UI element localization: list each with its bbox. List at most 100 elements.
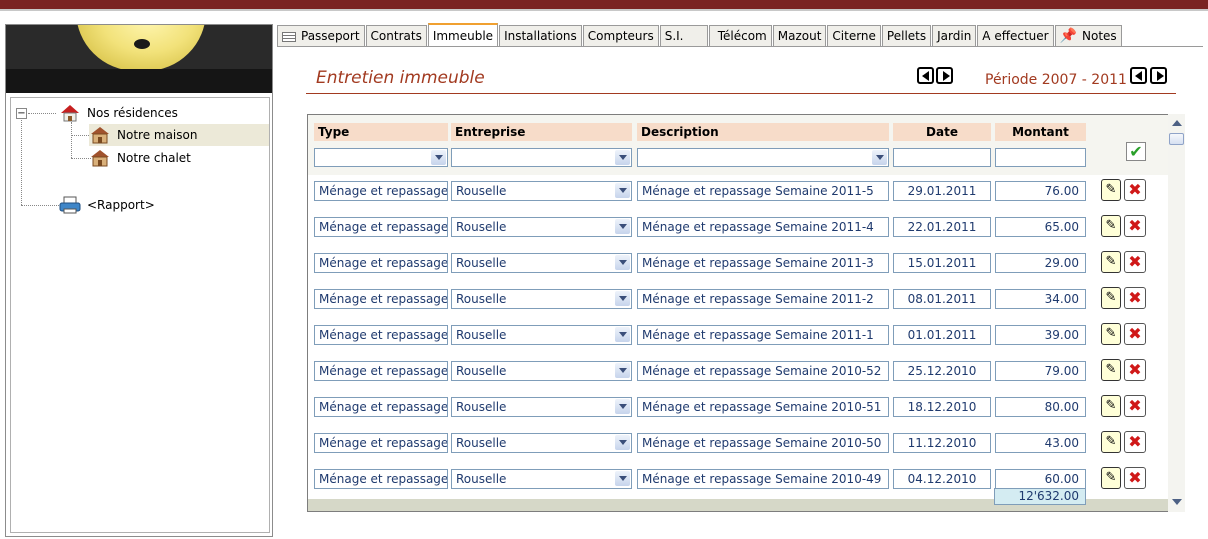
column-header-date[interactable]: Date [893, 123, 991, 141]
description-cell[interactable]: Ménage et repassage Semaine 2010-49 [637, 469, 889, 489]
type-cell[interactable]: Ménage et repassage [314, 181, 448, 201]
delete-icon[interactable]: ✖ [1124, 215, 1146, 237]
edit-icon[interactable]: ✎ [1101, 467, 1121, 489]
scroll-up-icon[interactable] [1172, 120, 1182, 126]
vertical-scrollbar[interactable] [1168, 114, 1185, 512]
chevron-down-icon[interactable] [431, 150, 446, 165]
delete-icon[interactable]: ✖ [1124, 323, 1146, 345]
edit-icon[interactable]: ✎ [1101, 287, 1121, 309]
scroll-thumb[interactable] [1169, 133, 1184, 145]
delete-icon[interactable]: ✖ [1124, 251, 1146, 273]
date-cell[interactable]: 25.12.2010 [893, 361, 991, 381]
type-cell[interactable]: Ménage et repassage [314, 361, 448, 381]
tab-passeport[interactable]: Passeport [277, 25, 365, 47]
previous-entry-button[interactable] [917, 67, 934, 84]
entreprise-cell[interactable]: Rouselle [451, 253, 632, 273]
tab-jardin[interactable]: Jardin [932, 25, 977, 47]
filter-montant-input[interactable] [995, 148, 1086, 167]
chevron-down-icon[interactable] [615, 255, 630, 270]
delete-icon[interactable]: ✖ [1124, 359, 1146, 381]
description-cell[interactable]: Ménage et repassage Semaine 2011-1 [637, 325, 889, 345]
montant-cell[interactable]: 65.00 [995, 217, 1086, 237]
next-period-button[interactable] [1150, 67, 1167, 84]
tab-installations[interactable]: Installations [499, 25, 582, 47]
edit-icon[interactable]: ✎ [1101, 431, 1121, 453]
filter-description-select[interactable] [637, 148, 889, 167]
tree-item-notre-maison[interactable]: Notre maison [89, 124, 269, 146]
type-cell[interactable]: Ménage et repassage [314, 253, 448, 273]
montant-cell[interactable]: 34.00 [995, 289, 1086, 309]
type-cell[interactable]: Ménage et repassage [314, 433, 448, 453]
description-cell[interactable]: Ménage et repassage Semaine 2011-5 [637, 181, 889, 201]
edit-icon[interactable]: ✎ [1101, 395, 1121, 417]
tree-item-nos-residences[interactable]: Nos résidences [59, 102, 178, 124]
tab-pellets[interactable]: Pellets [881, 25, 932, 47]
montant-cell[interactable]: 29.00 [995, 253, 1086, 273]
description-cell[interactable]: Ménage et repassage Semaine 2010-51 [637, 397, 889, 417]
entreprise-cell[interactable]: Rouselle [451, 181, 632, 201]
type-cell[interactable]: Ménage et repassage [314, 289, 448, 309]
next-entry-button[interactable] [936, 67, 953, 84]
edit-icon[interactable]: ✎ [1101, 323, 1121, 345]
tree-item-notre-chalet[interactable]: Notre chalet [89, 147, 191, 169]
column-header-description[interactable]: Description [637, 123, 889, 141]
entreprise-cell[interactable]: Rouselle [451, 289, 632, 309]
chevron-down-icon[interactable] [615, 219, 630, 234]
tab-citerne[interactable]: Citerne [827, 25, 881, 47]
entreprise-cell[interactable]: Rouselle [451, 325, 632, 345]
edit-icon[interactable]: ✎ [1101, 359, 1121, 381]
date-cell[interactable]: 18.12.2010 [893, 397, 991, 417]
montant-cell[interactable]: 79.00 [995, 361, 1086, 381]
delete-icon[interactable]: ✖ [1124, 395, 1146, 417]
date-cell[interactable]: 11.12.2010 [893, 433, 991, 453]
chevron-down-icon[interactable] [615, 150, 630, 165]
edit-icon[interactable]: ✎ [1101, 179, 1121, 201]
column-header-montant[interactable]: Montant [995, 123, 1086, 141]
delete-icon[interactable]: ✖ [1124, 179, 1146, 201]
description-cell[interactable]: Ménage et repassage Semaine 2011-2 [637, 289, 889, 309]
description-cell[interactable]: Ménage et repassage Semaine 2011-4 [637, 217, 889, 237]
filter-date-input[interactable] [893, 148, 991, 167]
type-cell[interactable]: Ménage et repassage [314, 397, 448, 417]
tab-mazout[interactable]: Mazout [772, 25, 827, 47]
type-cell[interactable]: Ménage et repassage [314, 217, 448, 237]
description-cell[interactable]: Ménage et repassage Semaine 2010-52 [637, 361, 889, 381]
montant-cell[interactable]: 60.00 [995, 469, 1086, 489]
delete-icon[interactable]: ✖ [1124, 431, 1146, 453]
montant-cell[interactable]: 80.00 [995, 397, 1086, 417]
entreprise-cell[interactable]: Rouselle [451, 433, 632, 453]
entreprise-cell[interactable]: Rouselle [451, 361, 632, 381]
delete-icon[interactable]: ✖ [1124, 467, 1146, 489]
checkmark-icon[interactable]: ✔ [1126, 142, 1146, 161]
tree-item-rapport[interactable]: <Rapport> [59, 194, 155, 216]
delete-icon[interactable]: ✖ [1124, 287, 1146, 309]
filter-entreprise-select[interactable] [451, 148, 632, 167]
type-cell[interactable]: Ménage et repassage [314, 469, 448, 489]
tab-a-effectuer[interactable]: A effectuer [977, 25, 1054, 47]
tab-immeuble[interactable]: Immeuble [427, 23, 499, 47]
type-cell[interactable]: Ménage et repassage [314, 325, 448, 345]
date-cell[interactable]: 15.01.2011 [893, 253, 991, 273]
chevron-down-icon[interactable] [615, 399, 630, 414]
montant-cell[interactable]: 39.00 [995, 325, 1086, 345]
chevron-down-icon[interactable] [615, 327, 630, 342]
date-cell[interactable]: 04.12.2010 [893, 469, 991, 489]
chevron-down-icon[interactable] [615, 183, 630, 198]
entreprise-cell[interactable]: Rouselle [451, 469, 632, 489]
montant-cell[interactable]: 76.00 [995, 181, 1086, 201]
tab-notes[interactable]: 📌 Notes [1054, 25, 1122, 47]
filter-type-select[interactable] [314, 148, 448, 167]
collapse-icon[interactable]: − [16, 108, 27, 119]
tab-telecom[interactable]: Télécom [708, 25, 772, 47]
date-cell[interactable]: 08.01.2011 [893, 289, 991, 309]
chevron-down-icon[interactable] [872, 150, 887, 165]
tab-contrats[interactable]: Contrats [365, 25, 427, 47]
column-header-type[interactable]: Type [314, 123, 448, 141]
date-cell[interactable]: 01.01.2011 [893, 325, 991, 345]
chevron-down-icon[interactable] [615, 435, 630, 450]
date-cell[interactable]: 22.01.2011 [893, 217, 991, 237]
chevron-down-icon[interactable] [615, 471, 630, 486]
scroll-down-icon[interactable] [1172, 499, 1182, 505]
entreprise-cell[interactable]: Rouselle [451, 397, 632, 417]
edit-icon[interactable]: ✎ [1101, 215, 1121, 237]
